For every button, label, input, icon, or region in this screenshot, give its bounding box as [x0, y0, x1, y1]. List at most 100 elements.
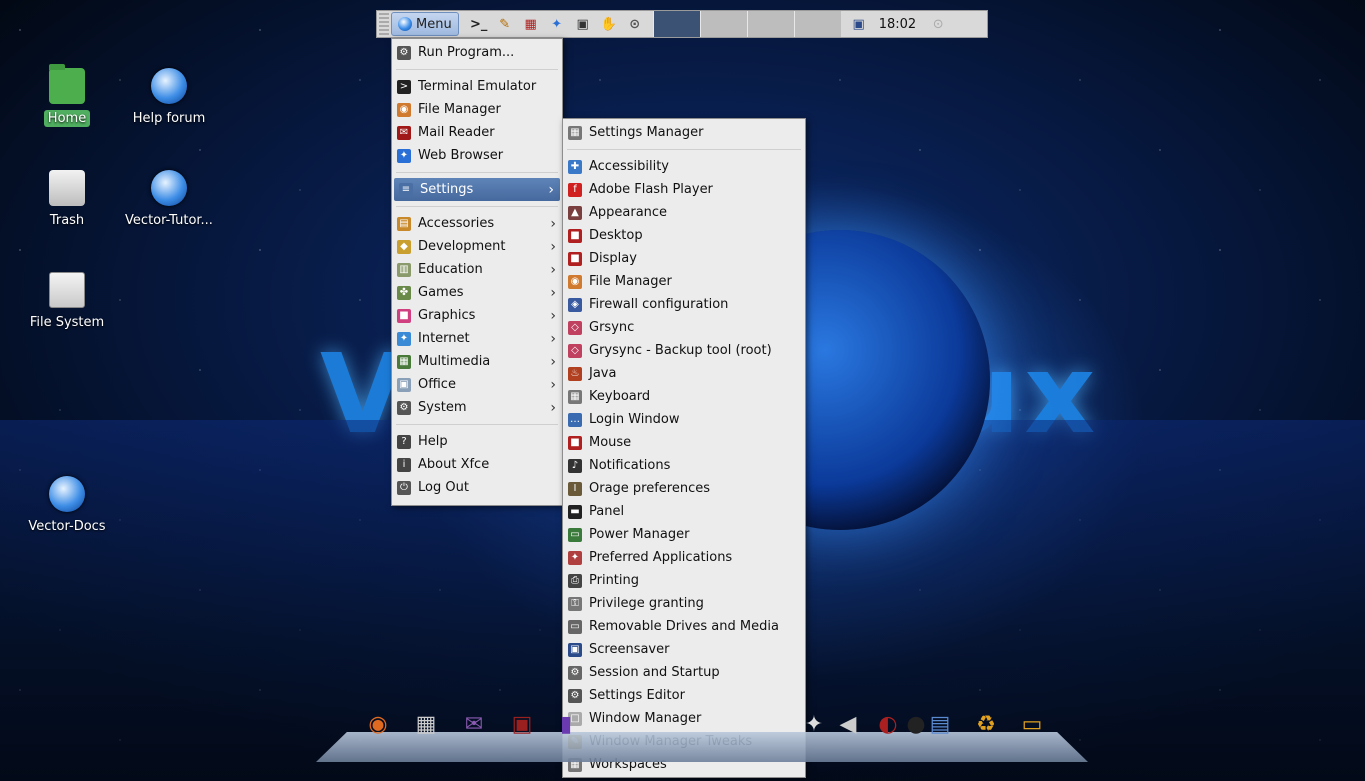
workspace-4[interactable]: [793, 11, 841, 37]
show-desktop-icon[interactable]: ▣: [847, 13, 871, 35]
desktop-icon-vector-docs[interactable]: Vector-Docs: [12, 476, 122, 535]
help-icon: ?: [397, 434, 411, 449]
settings-item-screensaver[interactable]: ▣ Screensaver: [563, 638, 805, 661]
settings-item-label: Printing: [589, 573, 640, 588]
menu-item-development[interactable]: ◆ Development ›: [392, 235, 562, 258]
network-launcher-icon[interactable]: ▣: [571, 13, 595, 35]
settings-item-file-manager[interactable]: ◉ File Manager: [563, 270, 805, 293]
menu-item-help[interactable]: ? Help: [392, 430, 562, 453]
settings-item-keyboard[interactable]: ▦ Keyboard: [563, 385, 805, 408]
settings-item-login-window[interactable]: … Login Window: [563, 408, 805, 431]
settings-item-label: Panel: [589, 504, 625, 519]
settings-item-adobe-flash-player[interactable]: f Adobe Flash Player: [563, 178, 805, 201]
applications-menu-button[interactable]: Menu: [391, 12, 459, 36]
settings-submenu: ▦ Settings Manager ✚ Accessibility f Adobe Fl…: [562, 118, 806, 778]
settings-item-display[interactable]: ■ Display: [563, 247, 805, 270]
home-folder-icon[interactable]: ▭: [1012, 704, 1052, 744]
menu-item-log-out[interactable]: ⏻ Log Out: [392, 476, 562, 499]
settings-item-privilege-granting[interactable]: ⚿ Privilege granting: [563, 592, 805, 615]
gear-icon: ⚙: [397, 45, 411, 60]
menu-item-games[interactable]: ✤ Games ›: [392, 281, 562, 304]
privilege-icon: ⚿: [568, 596, 582, 611]
desktop-icon-help-forum[interactable]: Help forum: [114, 68, 224, 127]
settings-item-printing[interactable]: ⎙ Printing: [563, 569, 805, 592]
workspace-2[interactable]: [699, 11, 747, 37]
applet-icon[interactable]: ▮: [546, 704, 586, 744]
settings-item-removable-drives-and-media[interactable]: ▭ Removable Drives and Media: [563, 615, 805, 638]
settings-item-power-manager[interactable]: ▭ Power Manager: [563, 523, 805, 546]
files-icon[interactable]: ▤: [920, 704, 960, 744]
menu-item-multimedia[interactable]: ▦ Multimedia ›: [392, 350, 562, 373]
settings-item-session-and-startup[interactable]: ⚙ Session and Startup: [563, 661, 805, 684]
menu-item-label: Web Browser: [418, 148, 504, 163]
settings-item-label: Login Window: [589, 412, 680, 427]
recycle-icon[interactable]: ♻: [966, 704, 1006, 744]
menu-item-internet[interactable]: ✦ Internet ›: [392, 327, 562, 350]
menu-separator: [396, 172, 558, 173]
archive-launcher-icon[interactable]: ▦: [519, 13, 543, 35]
settings-item-desktop[interactable]: ■ Desktop: [563, 224, 805, 247]
settings-item-grysync-backup-tool-root[interactable]: ◇ Grysync - Backup tool (root): [563, 339, 805, 362]
desktop-icon-file-system[interactable]: File System: [12, 272, 122, 331]
settings-launcher-icon[interactable]: ✦: [545, 13, 569, 35]
java-icon: ♨: [568, 366, 582, 381]
settings-item-panel[interactable]: ▬ Panel: [563, 500, 805, 523]
menu-item-web-browser[interactable]: ✦ Web Browser: [392, 144, 562, 167]
settings-manager-icon: ▦: [568, 125, 582, 140]
desktop-icon-vector-tutor[interactable]: Vector-Tutor...: [114, 170, 224, 229]
removable-drives-icon: ▭: [568, 619, 582, 634]
menu-item-office[interactable]: ▣ Office ›: [392, 373, 562, 396]
trash-launcher-icon[interactable]: ⊙: [623, 13, 647, 35]
settings-item-label: Preferred Applications: [589, 550, 733, 565]
desktop-icon-label: Home: [43, 110, 91, 127]
pidgin-icon[interactable]: ✉: [454, 704, 494, 744]
menu-item-accessories[interactable]: ▤ Accessories ›: [392, 212, 562, 235]
menu-item-run-program[interactable]: ⚙ Run Program...: [392, 41, 562, 64]
grsync-icon: ◇: [568, 320, 582, 335]
settings-item-java[interactable]: ♨ Java: [563, 362, 805, 385]
login-window-icon: …: [568, 412, 582, 427]
menu-item-about-xfce[interactable]: i About Xfce: [392, 453, 562, 476]
web-browser-icon: ✦: [397, 148, 411, 163]
settings-item-notifications[interactable]: ♪ Notifications: [563, 454, 805, 477]
menu-separator: [396, 206, 558, 207]
menu-item-system[interactable]: ⚙ System ›: [392, 396, 562, 419]
panel-clock[interactable]: 18:02: [871, 17, 924, 32]
menu-item-education[interactable]: ▥ Education ›: [392, 258, 562, 281]
hand-launcher-icon[interactable]: ✋: [597, 13, 621, 35]
volume-icon[interactable]: ◀: [828, 704, 868, 744]
settings-item-firewall-configuration[interactable]: ◈ Firewall configuration: [563, 293, 805, 316]
workspace-3[interactable]: [746, 11, 794, 37]
settings-item-settings-manager[interactable]: ▦ Settings Manager: [563, 121, 805, 144]
menu-item-graphics[interactable]: ■ Graphics ›: [392, 304, 562, 327]
panel-grip-handle[interactable]: [379, 13, 389, 35]
calculator-icon[interactable]: ▦: [406, 704, 446, 744]
printer-icon: ⎙: [568, 573, 582, 588]
firefox-icon[interactable]: ◉: [358, 704, 398, 744]
menu-item-mail-reader[interactable]: ✉ Mail Reader: [392, 121, 562, 144]
workspace-switcher: [652, 11, 841, 37]
terminal-launcher-icon[interactable]: >_: [467, 13, 491, 35]
menu-item-label: System: [418, 400, 467, 415]
settings-item-mouse[interactable]: ■ Mouse: [563, 431, 805, 454]
settings-item-appearance[interactable]: ▲ Appearance: [563, 201, 805, 224]
menu-item-file-manager[interactable]: ◉ File Manager: [392, 98, 562, 121]
desktop-icon-home[interactable]: Home: [12, 64, 122, 127]
power-icon[interactable]: ⊙: [926, 13, 950, 35]
workspace-1[interactable]: [652, 11, 700, 37]
settings-item-label: File Manager: [589, 274, 672, 289]
about-icon: i: [397, 457, 411, 472]
settings-item-label: Adobe Flash Player: [589, 182, 713, 197]
settings-item-label: Removable Drives and Media: [589, 619, 779, 634]
editor-launcher-icon[interactable]: ✎: [493, 13, 517, 35]
settings-item-accessibility[interactable]: ✚ Accessibility: [563, 155, 805, 178]
menu-item-settings[interactable]: ≡ Settings ›: [394, 178, 560, 201]
desktop-icon-trash[interactable]: Trash: [12, 170, 122, 229]
settings-item-preferred-applications[interactable]: ✦ Preferred Applications: [563, 546, 805, 569]
settings-item-label: Screensaver: [589, 642, 670, 657]
settings-item-label: Keyboard: [589, 389, 651, 404]
settings-item-orage-preferences[interactable]: I Orage preferences: [563, 477, 805, 500]
presentation-icon[interactable]: ▣: [502, 704, 542, 744]
menu-item-terminal-emulator[interactable]: > Terminal Emulator: [392, 75, 562, 98]
settings-item-grsync[interactable]: ◇ Grsync: [563, 316, 805, 339]
